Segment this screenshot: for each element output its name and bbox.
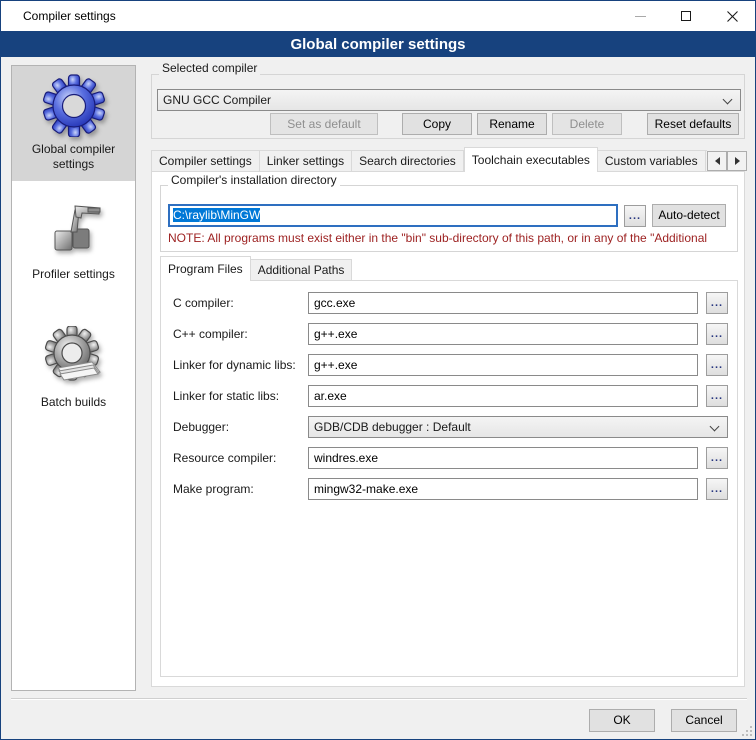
dynamic-linker-browse-button[interactable]: ...	[706, 354, 728, 376]
maximize-icon	[681, 11, 691, 21]
tab-scroll-left-button[interactable]	[707, 151, 727, 171]
compiler-settings-dialog: Compiler settings Global compiler settin…	[0, 0, 756, 740]
footer-divider	[11, 698, 747, 700]
make-program-input[interactable]	[308, 478, 698, 500]
field-label: C++ compiler:	[173, 323, 248, 345]
cpp-compiler-browse-button[interactable]: ...	[706, 323, 728, 345]
tab-compiler-settings[interactable]: Compiler settings	[151, 150, 260, 172]
install-dir-legend: Compiler's installation directory	[168, 173, 340, 187]
resource-compiler-input[interactable]	[308, 447, 698, 469]
subtab-program-files[interactable]: Program Files	[160, 256, 251, 281]
minimize-icon	[635, 16, 646, 17]
tab-search-directories[interactable]: Search directories	[352, 150, 464, 172]
form-row-static-linker: Linker for static libs: ...	[161, 385, 737, 407]
field-label: Linker for static libs:	[173, 385, 279, 407]
form-row-c-compiler: C compiler: ...	[161, 292, 737, 314]
title-bar[interactable]: Compiler settings	[1, 1, 755, 31]
chevron-down-icon	[723, 95, 733, 105]
field-label: Resource compiler:	[173, 447, 276, 469]
install-dir-selected-text: C:\raylib\MinGW	[173, 208, 260, 222]
field-label: Linker for dynamic libs:	[173, 354, 296, 376]
static-linker-browse-button[interactable]: ...	[706, 385, 728, 407]
sidebar-item-label: Batch builds	[16, 395, 131, 410]
cpp-compiler-input[interactable]	[308, 323, 698, 345]
rename-button[interactable]: Rename	[477, 113, 547, 135]
close-icon	[727, 11, 738, 22]
gray-gear-papers-icon	[42, 326, 106, 390]
c-compiler-browse-button[interactable]: ...	[706, 292, 728, 314]
compiler-select-value: GNU GCC Compiler	[163, 93, 271, 107]
c-compiler-input[interactable]	[308, 292, 698, 314]
form-row-dynamic-linker: Linker for dynamic libs: ...	[161, 354, 737, 376]
field-label: Debugger:	[173, 416, 229, 438]
set-as-default-button[interactable]: Set as default	[270, 113, 378, 135]
blue-gear-icon	[42, 73, 106, 137]
reset-defaults-button[interactable]: Reset defaults	[647, 113, 739, 135]
install-dir-input[interactable]: C:\raylib\MinGW	[168, 204, 618, 227]
arrow-right-icon	[735, 157, 740, 165]
field-label: Make program:	[173, 478, 254, 500]
resource-compiler-browse-button[interactable]: ...	[706, 447, 728, 469]
ok-button[interactable]: OK	[589, 709, 655, 732]
close-button[interactable]	[709, 1, 755, 31]
debugger-select-value: GDB/CDB debugger : Default	[314, 420, 471, 434]
sidebar-item-batch-builds[interactable]: Batch builds	[12, 319, 135, 419]
cancel-button[interactable]: Cancel	[671, 709, 737, 732]
program-files-tabstrip: Program FilesAdditional Paths	[160, 256, 352, 281]
dynamic-linker-input[interactable]	[308, 354, 698, 376]
sidebar-item-label: Profiler settings	[16, 267, 131, 282]
form-row-debugger: Debugger: GDB/CDB debugger : Default	[161, 416, 737, 438]
program-files-page: C compiler: ... C++ compiler: ... Linker…	[160, 280, 738, 677]
auto-detect-button[interactable]: Auto-detect	[652, 204, 726, 227]
sidebar-item-label: Global compiler settings	[16, 142, 131, 172]
install-dir-browse-button[interactable]: ...	[624, 205, 646, 227]
banner-title: Global compiler settings	[290, 36, 465, 53]
main-panel: Selected compiler GNU GCC Compiler Set a…	[149, 61, 749, 691]
toolchain-executables-page: Compiler's installation directory C:\ray…	[151, 171, 745, 687]
sidebar-item-profiler-settings[interactable]: Profiler settings	[12, 191, 135, 291]
compiler-select[interactable]: GNU GCC Compiler	[157, 89, 741, 111]
minimize-button[interactable]	[617, 1, 663, 31]
tab-linker-settings[interactable]: Linker settings	[260, 150, 352, 172]
sidebar-item-global-compiler-settings[interactable]: Global compiler settings	[12, 66, 135, 181]
delete-button[interactable]: Delete	[552, 113, 622, 135]
tab-toolchain-executables[interactable]: Toolchain executables	[464, 147, 598, 172]
chevron-down-icon	[710, 422, 720, 432]
debugger-select[interactable]: GDB/CDB debugger : Default	[308, 416, 728, 438]
field-label: C compiler:	[173, 292, 234, 314]
copy-button[interactable]: Copy	[402, 113, 472, 135]
install-dir-note: NOTE: All programs must exist either in …	[168, 231, 734, 245]
resize-grip[interactable]	[742, 726, 752, 736]
maximize-button[interactable]	[663, 1, 709, 31]
form-row-cpp-compiler: C++ compiler: ...	[161, 323, 737, 345]
dialog-banner: Global compiler settings	[1, 31, 755, 57]
window-title: Compiler settings	[23, 9, 116, 23]
selected-compiler-legend: Selected compiler	[159, 61, 260, 75]
arrow-left-icon	[715, 157, 720, 165]
tab-custom-variables[interactable]: Custom variables	[598, 150, 706, 172]
settings-tabstrip: Compiler settingsLinker settingsSearch d…	[151, 147, 707, 172]
settings-category-list: Global compiler settings Profiler settin…	[11, 65, 136, 691]
static-linker-input[interactable]	[308, 385, 698, 407]
subtab-additional-paths[interactable]: Additional Paths	[251, 259, 353, 281]
compiler-buttons-row: Set as default Copy Rename Delete Reset …	[157, 113, 741, 135]
tab-scroll-right-button[interactable]	[727, 151, 747, 171]
make-program-browse-button[interactable]: ...	[706, 478, 728, 500]
form-row-resource-compiler: Resource compiler: ...	[161, 447, 737, 469]
caliper-icon	[42, 198, 106, 262]
form-row-make-program: Make program: ...	[161, 478, 737, 500]
